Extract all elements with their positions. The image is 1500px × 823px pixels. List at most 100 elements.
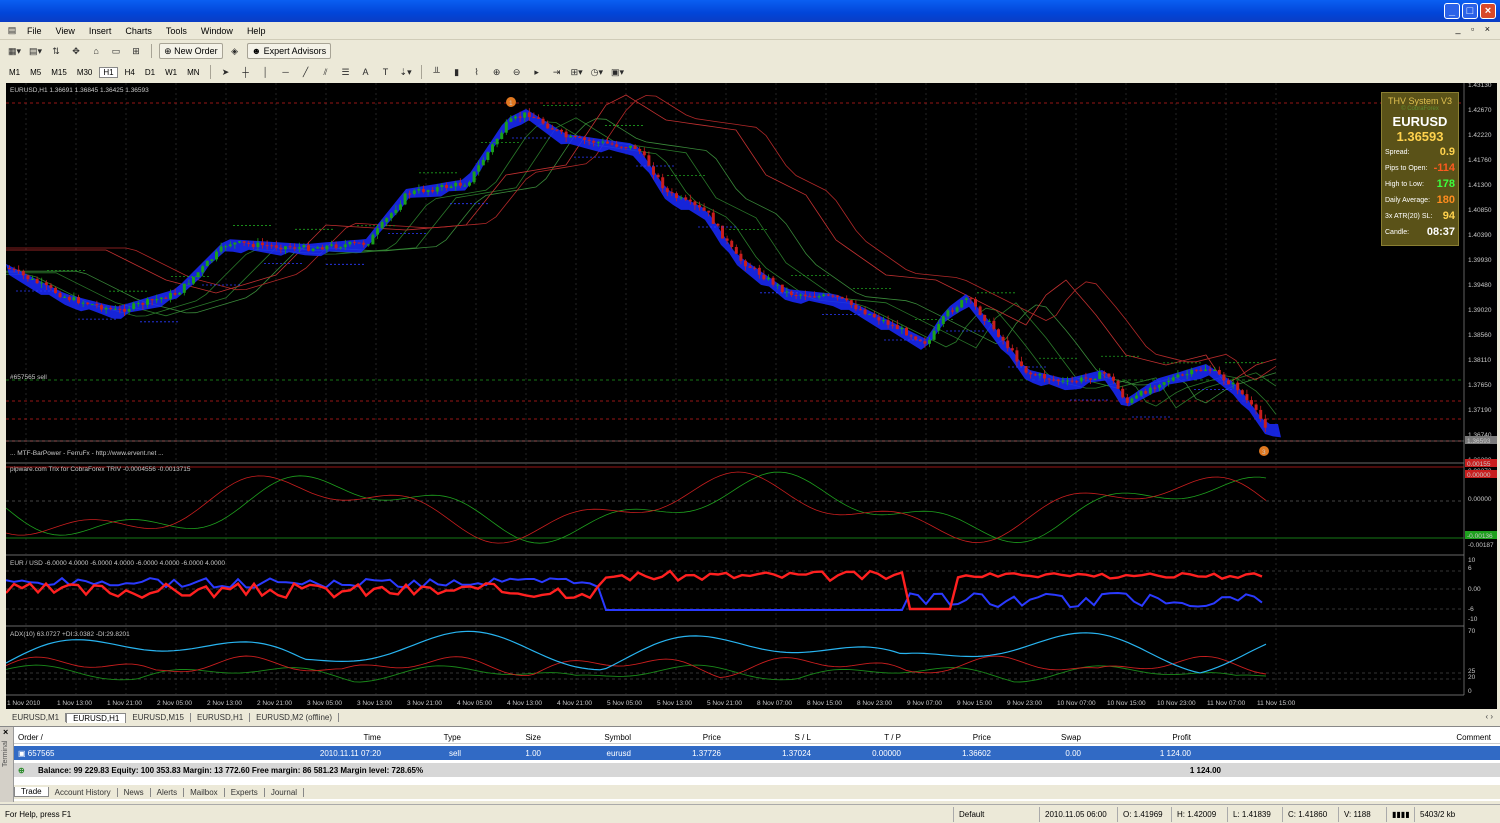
column-header[interactable]: Comment: [1194, 733, 1494, 742]
mdi-controls[interactable]: _ ▫ ×: [1456, 24, 1494, 34]
time-tick: 10 Nov 23:00: [1157, 700, 1196, 707]
candle-body: [477, 165, 481, 172]
line-chart-icon[interactable]: ⌇: [469, 64, 485, 80]
candlestick-icon[interactable]: ▮: [449, 64, 465, 80]
profiles-icon[interactable]: ▤▾: [27, 43, 44, 59]
metaeditor-icon[interactable]: ◈: [227, 43, 243, 59]
chart-tab-active[interactable]: EURUSD,H1: [66, 712, 127, 723]
time-tick: 2 Nov 05:00: [157, 700, 192, 707]
chart-shift-icon[interactable]: ⇥: [549, 64, 565, 80]
templates-icon[interactable]: ▣▾: [609, 64, 626, 80]
column-header[interactable]: Profit: [1084, 733, 1194, 742]
panel-row: Candle: 08:37: [1382, 224, 1458, 240]
candle-body: [463, 185, 467, 187]
chart-toolbar: M1 M5 M15 M30 H1 H4 D1 W1 MN ➤ ┼ │ ─ ╱ ⫽…: [0, 62, 1500, 82]
menu-insert[interactable]: Insert: [82, 26, 119, 36]
periods-icon[interactable]: ◷▾: [589, 64, 605, 80]
time-tick: 1 Nov 2010: [7, 700, 41, 707]
trendline-icon[interactable]: ╱: [298, 64, 314, 80]
tf-m1[interactable]: M1: [6, 68, 23, 77]
crosshair-icon[interactable]: ┼: [238, 64, 254, 80]
tab-news[interactable]: News: [118, 787, 151, 797]
candle-body: [964, 298, 968, 301]
tab-mailbox[interactable]: Mailbox: [184, 787, 225, 797]
arrows-icon[interactable]: ⇣▾: [398, 64, 414, 80]
candle-body: [1208, 369, 1212, 371]
indicators-icon[interactable]: ⊞▾: [569, 64, 585, 80]
text-icon[interactable]: A: [358, 64, 374, 80]
vertical-line-icon[interactable]: │: [258, 64, 274, 80]
table-row-order[interactable]: ▣ 657565 2010.11.11 07:20 sell 1.00 eurusd 1.…: [14, 746, 1500, 760]
column-header[interactable]: Type: [384, 733, 464, 742]
tf-mn[interactable]: MN: [184, 68, 202, 77]
menu-file[interactable]: File: [20, 26, 49, 36]
expert-advisors-button[interactable]: ☻ Expert Advisors: [246, 43, 332, 59]
auto-scroll-icon[interactable]: ▸: [529, 64, 545, 80]
tab-experts[interactable]: Experts: [225, 787, 265, 797]
tf-m15[interactable]: M15: [48, 68, 70, 77]
chart-tab[interactable]: EURUSD,M1: [6, 713, 67, 722]
maximize-button[interactable]: □: [1462, 3, 1478, 19]
tf-m5[interactable]: M5: [27, 68, 44, 77]
close-icon[interactable]: ×: [0, 727, 13, 737]
column-header[interactable]: Swap: [994, 733, 1084, 742]
tab-scroll-arrows[interactable]: ‹ ›: [1485, 712, 1493, 721]
horizontal-line-icon[interactable]: ─: [278, 64, 294, 80]
tf-w1[interactable]: W1: [162, 68, 180, 77]
candle-body: [895, 324, 899, 330]
candle-body: [670, 192, 674, 194]
adx-tick: 70: [1468, 628, 1476, 635]
new-chart-icon[interactable]: ▦▾: [6, 43, 23, 59]
trade-table-header: Order / Time Type Size Symbol Price S / LT / P…: [14, 732, 1500, 744]
column-header[interactable]: Price: [904, 733, 994, 742]
column-header[interactable]: Price: [634, 733, 724, 742]
zoom-out-icon[interactable]: ⊖: [509, 64, 525, 80]
cursor-icon[interactable]: ➤: [218, 64, 234, 80]
menu-tools[interactable]: Tools: [159, 26, 194, 36]
tf-d1[interactable]: D1: [142, 68, 158, 77]
data-window-icon[interactable]: ⌂: [88, 43, 104, 59]
adx-line: [6, 630, 1267, 674]
terminal-icon[interactable]: ▭: [108, 43, 124, 59]
tf-h4[interactable]: H4: [122, 68, 138, 77]
candle-body: [997, 329, 1000, 337]
menu-view[interactable]: View: [49, 26, 82, 36]
column-header[interactable]: S / L: [724, 733, 814, 742]
channel-icon[interactable]: ⫽: [318, 64, 334, 80]
candle-body: [702, 207, 706, 211]
column-header[interactable]: Time: [274, 733, 384, 742]
tab-account-history[interactable]: Account History: [49, 787, 118, 797]
panel-subtitle: © CobraForex: [1401, 106, 1439, 112]
column-header[interactable]: Symbol: [544, 733, 634, 742]
tf-h1[interactable]: H1: [99, 66, 118, 78]
navigator-icon[interactable]: ✥: [68, 43, 84, 59]
chart-tab[interactable]: EURUSD,M2 (offline): [250, 713, 340, 722]
candle-body: [601, 141, 605, 143]
new-order-button[interactable]: ⊕ New Order: [159, 43, 223, 59]
menu-help[interactable]: Help: [240, 26, 273, 36]
bar-chart-icon[interactable]: ╨: [429, 64, 445, 80]
candle-body: [178, 292, 182, 295]
chart-tab[interactable]: EURUSD,M15: [126, 713, 191, 722]
close-button[interactable]: ×: [1480, 3, 1496, 19]
column-header[interactable]: Order /: [14, 733, 274, 742]
candle-body: [1204, 369, 1207, 371]
label-icon[interactable]: T: [378, 64, 394, 80]
minimize-button[interactable]: _: [1444, 3, 1460, 19]
column-header[interactable]: T / P: [814, 733, 904, 742]
chart-tab[interactable]: EURUSD,H1: [191, 713, 251, 722]
menu-window[interactable]: Window: [194, 26, 240, 36]
tab-journal[interactable]: Journal: [265, 787, 305, 797]
candle-body: [412, 190, 416, 194]
chart-canvas[interactable]: 13 1.431301.426701.422201.417601.413001.…: [6, 83, 1497, 709]
menu-charts[interactable]: Charts: [118, 26, 159, 36]
fibonacci-icon[interactable]: ☰: [338, 64, 354, 80]
tf-m30[interactable]: M30: [74, 68, 96, 77]
zoom-in-icon[interactable]: ⊕: [489, 64, 505, 80]
market-watch-icon[interactable]: ⇅: [48, 43, 64, 59]
column-header[interactable]: Size: [464, 733, 544, 742]
strategy-tester-icon[interactable]: ⊞: [128, 43, 144, 59]
chart-window[interactable]: 13 1.43130 1.42670 1.42220 1.41760 1.41300 1.…: [6, 83, 1497, 709]
tab-trade[interactable]: Trade: [14, 787, 49, 797]
tab-alerts[interactable]: Alerts: [151, 787, 185, 797]
